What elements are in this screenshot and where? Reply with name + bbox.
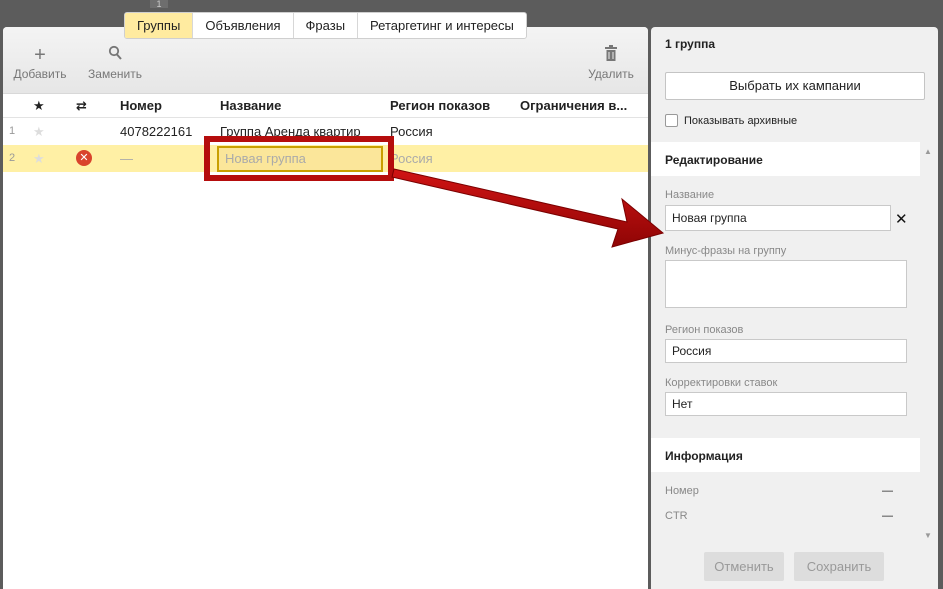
info-number-row: Номер — (665, 485, 893, 497)
row-region[interactable]: Россия (390, 151, 433, 166)
row-region[interactable]: Россия (390, 124, 433, 139)
number-column-header[interactable]: Номер (120, 98, 162, 113)
info-ctr-row: CTR — (665, 510, 893, 522)
show-archived-label: Показывать архивные (684, 115, 798, 127)
info-number-value: — (882, 485, 893, 497)
minus-phrases-label: Минус-фразы на группу (665, 245, 787, 257)
replace-button[interactable]: Заменить (85, 45, 145, 81)
info-section-header: Информация (651, 438, 920, 472)
tab-ads[interactable]: Объявления (193, 13, 294, 38)
minus-phrases-textarea[interactable] (665, 260, 907, 308)
plus-icon: + (34, 44, 46, 66)
scroll-up-icon[interactable]: ▲ (924, 147, 932, 156)
star-icon[interactable]: ★ (33, 151, 45, 167)
name-field-label: Название (665, 189, 715, 201)
search-icon (85, 45, 145, 67)
panel-title: 1 группа (665, 37, 716, 51)
status-column-header[interactable]: ⇄ (76, 98, 87, 114)
choose-campaigns-button[interactable]: Выбрать их кампании (665, 72, 925, 100)
row-number: 4078222161 (120, 124, 193, 139)
row-index: 1 (9, 125, 16, 137)
edit-section-header: Редактирование (651, 142, 920, 176)
tab-bar: Группы Объявления Фразы Ретаргетинг и ин… (124, 12, 527, 39)
star-column-header[interactable]: ★ (33, 98, 45, 114)
row-index: 2 (9, 152, 16, 164)
delete-label: Удалить (588, 67, 634, 81)
table-header: ★ ⇄ Номер Название Регион показов Ограни… (3, 94, 648, 118)
replace-label: Заменить (88, 67, 142, 81)
show-archived-row[interactable]: Показывать архивные (665, 114, 797, 127)
row-name-editing[interactable]: Новая группа (217, 146, 383, 172)
region-field-label: Регион показов (665, 324, 744, 336)
groups-panel: + Добавить Заменить Удалить ★ ⇄ Номер На… (3, 27, 648, 589)
star-icon[interactable]: ★ (33, 124, 45, 140)
tab-groups[interactable]: Группы (125, 13, 194, 38)
limits-column-header[interactable]: Ограничения в... (520, 98, 627, 113)
save-button[interactable]: Сохранить (794, 552, 884, 581)
tab-phrases[interactable]: Фразы (294, 13, 359, 38)
show-archived-checkbox[interactable] (665, 114, 678, 127)
bid-adjustments-field[interactable]: Нет (665, 392, 907, 416)
region-field[interactable]: Россия (665, 339, 907, 363)
trash-icon (585, 45, 637, 67)
add-button[interactable]: + Добавить (11, 45, 69, 81)
name-column-header[interactable]: Название (220, 98, 281, 113)
clear-name-icon[interactable]: ✕ (895, 210, 908, 228)
info-ctr-value: — (882, 510, 893, 522)
annotation-highlight-box: Новая группа (204, 136, 394, 181)
delete-button[interactable]: Удалить (585, 45, 637, 81)
info-ctr-label: CTR (665, 510, 688, 522)
cancel-button[interactable]: Отменить (704, 552, 784, 581)
group-edit-panel: 1 группа Выбрать их кампании Показывать … (651, 27, 938, 589)
add-label: Добавить (13, 67, 67, 81)
name-field[interactable]: Новая группа (665, 205, 891, 231)
error-icon: ✕ (76, 150, 92, 166)
info-number-label: Номер (665, 485, 699, 497)
panel-scrollbar[interactable]: ▲ ▼ (923, 147, 933, 547)
row-number: — (120, 151, 133, 166)
scroll-down-icon[interactable]: ▼ (924, 531, 932, 540)
tab-retargeting[interactable]: Ретаргетинг и интересы (358, 13, 526, 38)
bid-adjustments-label: Корректировки ставок (665, 377, 778, 389)
top-counter: 1 (150, 0, 168, 9)
region-column-header[interactable]: Регион показов (390, 98, 490, 113)
